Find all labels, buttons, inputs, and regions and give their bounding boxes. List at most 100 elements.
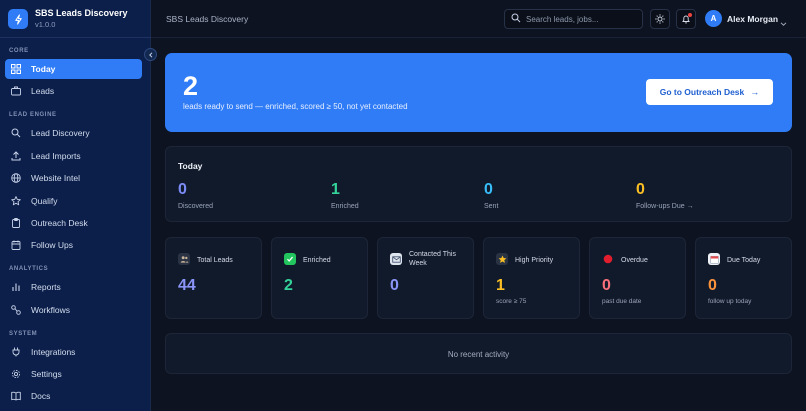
sun-icon [655, 14, 665, 24]
sidebar-item-label: Integrations [31, 347, 76, 357]
star-icon [11, 196, 21, 206]
card-value: 0 [602, 277, 611, 294]
stat-value: 0 [636, 181, 645, 198]
card-value: 2 [284, 277, 293, 294]
upload-icon [11, 151, 21, 161]
theme-toggle-button[interactable] [650, 9, 670, 29]
avatar[interactable]: A [705, 10, 722, 27]
briefcase-icon [11, 86, 21, 96]
notification-badge [688, 13, 692, 17]
calendar-icon [708, 253, 720, 265]
card-subtitle: past due date [602, 298, 642, 305]
sidebar-item-leads[interactable]: Leads [5, 81, 142, 101]
user-name[interactable]: Alex Morgan [727, 14, 778, 24]
sidebar-item-today[interactable]: Today [5, 59, 142, 79]
sidebar-item-qualify[interactable]: Qualify [5, 191, 142, 211]
sidebar-item-docs[interactable]: Docs [5, 386, 142, 406]
today-stat-discovered: 0 Discovered [178, 180, 213, 210]
card-total-leads[interactable]: Total Leads 44 [165, 237, 262, 319]
today-title: Today [178, 161, 203, 171]
checkmark-icon [284, 253, 296, 265]
notifications-button[interactable] [676, 9, 696, 29]
gear-icon [11, 369, 21, 379]
app-name: SBS Leads Discovery [35, 8, 128, 18]
sidebar-item-label: Lead Discovery [31, 128, 90, 138]
card-subtitle: follow up today [708, 298, 752, 305]
card-title: High Priority [515, 257, 554, 264]
section-label-lead-engine: LEAD ENGINE [9, 112, 57, 118]
stat-value: 0 [178, 181, 187, 198]
card-enriched[interactable]: Enriched 2 [271, 237, 368, 319]
card-subtitle: score ≥ 75 [496, 298, 527, 305]
card-due-today[interactable]: Due Today 0 follow up today [695, 237, 792, 319]
today-stat-enriched: 1 Enriched [331, 180, 359, 210]
globe-icon [11, 173, 21, 183]
today-panel: Today 0 Discovered 1 Enriched 0 Sent 0 F… [165, 146, 792, 222]
app-version: v1.0.0 [35, 20, 56, 29]
star-icon [496, 253, 508, 265]
sidebar-item-outreach-desk[interactable]: Outreach Desk [5, 213, 142, 233]
card-title: Due Today [727, 257, 761, 264]
ready-to-send-banner: 2 leads ready to send — enriched, scored… [165, 53, 792, 132]
card-value: 0 [708, 277, 717, 294]
grid-icon [11, 64, 21, 74]
sidebar-item-label: Lead Imports [31, 151, 81, 161]
sidebar-item-lead-discovery[interactable]: Lead Discovery [5, 123, 142, 143]
card-value: 1 [496, 277, 505, 294]
book-icon [11, 391, 21, 401]
sidebar-item-label: Outreach Desk [31, 218, 88, 228]
sidebar-item-label: Docs [31, 391, 51, 401]
topbar: SBS Leads Discovery Search leads, jobs..… [151, 0, 806, 38]
stat-label: Enriched [331, 203, 359, 210]
sidebar-item-label: Qualify [31, 196, 58, 206]
workflow-icon [11, 305, 21, 315]
sidebar-collapse-button[interactable] [144, 48, 157, 61]
ready-description: leads ready to send — enriched, scored ≥… [183, 102, 408, 111]
card-title: Contacted This Week [409, 251, 456, 267]
envelope-icon [390, 253, 402, 265]
today-stat-follow-ups-due[interactable]: 0 Follow-ups Due → [636, 180, 694, 210]
clipboard-icon [11, 218, 21, 228]
bar-chart-icon [11, 282, 21, 292]
stat-label: Follow-ups Due → [636, 203, 694, 210]
plug-icon [11, 347, 21, 357]
sidebar-item-label: Today [31, 64, 56, 74]
sidebar: SBS Leads Discovery v1.0.0 CORE Today Le… [0, 0, 151, 411]
red-circle-icon [602, 253, 614, 265]
card-overdue[interactable]: Overdue 0 past due date [589, 237, 686, 319]
arrow-right-icon: → [750, 87, 760, 97]
chevron-left-icon [148, 51, 152, 58]
sidebar-item-follow-ups[interactable]: Follow Ups [5, 235, 142, 255]
section-label-analytics: ANALYTICS [9, 266, 49, 272]
search-icon [11, 128, 21, 138]
go-to-outreach-desk-button[interactable]: Go to Outreach Desk → [646, 79, 773, 105]
card-contacted-this-week[interactable]: Contacted This Week 0 [377, 237, 474, 319]
chevron-down-icon[interactable] [780, 14, 787, 32]
stat-label: Sent [484, 203, 499, 210]
stat-value: 0 [484, 181, 493, 198]
card-high-priority[interactable]: High Priority 1 score ≥ 75 [483, 237, 580, 319]
sidebar-item-reports[interactable]: Reports [5, 277, 142, 297]
sidebar-item-label: Website Intel [31, 173, 80, 183]
today-stat-sent: 0 Sent [484, 180, 498, 210]
card-title: Total Leads [197, 257, 233, 264]
sidebar-item-label: Follow Ups [31, 240, 74, 250]
sidebar-item-workflows[interactable]: Workflows [5, 300, 142, 320]
card-title: Overdue [621, 257, 648, 264]
sidebar-item-lead-imports[interactable]: Lead Imports [5, 146, 142, 166]
stat-value: 1 [331, 181, 340, 198]
search-icon [511, 10, 521, 28]
search-placeholder: Search leads, jobs... [526, 14, 599, 24]
section-label-core: CORE [9, 48, 29, 54]
sidebar-item-integrations[interactable]: Integrations [5, 342, 142, 362]
sidebar-item-label: Workflows [31, 305, 71, 315]
sidebar-item-label: Leads [31, 86, 55, 96]
sidebar-item-website-intel[interactable]: Website Intel [5, 168, 142, 188]
cta-label: Go to Outreach Desk [659, 87, 745, 97]
search-input[interactable]: Search leads, jobs... [504, 9, 643, 29]
page-title: SBS Leads Discovery [166, 14, 249, 24]
brand[interactable]: SBS Leads Discovery v1.0.0 [8, 8, 128, 30]
recent-activity-panel: No recent activity [165, 333, 792, 374]
card-title: Enriched [303, 257, 331, 264]
sidebar-item-settings[interactable]: Settings [5, 364, 142, 384]
